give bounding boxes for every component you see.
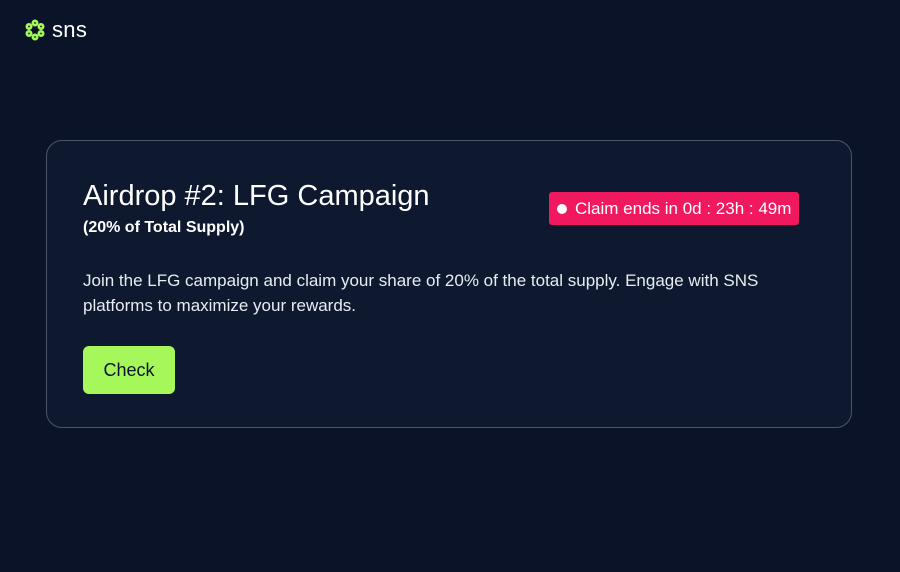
countdown-text: Claim ends in 0d : 23h : 49m [575,198,792,218]
airdrop-campaign-card: Airdrop #2: LFG Campaign (20% of Total S… [46,140,852,428]
check-button[interactable]: Check [83,346,175,394]
sns-hexagon-logo-icon [25,19,45,41]
campaign-subtitle: (20% of Total Supply) [83,219,245,236]
status-dot-icon [557,203,567,214]
claim-countdown-badge: Claim ends in 0d : 23h : 49m [549,192,800,225]
campaign-title: Airdrop #2: LFG Campaign [83,180,430,212]
campaign-description: Join the LFG campaign and claim your sha… [83,271,759,315]
logo-text: sns [52,17,88,42]
sns-logo[interactable]: sns [24,18,87,42]
